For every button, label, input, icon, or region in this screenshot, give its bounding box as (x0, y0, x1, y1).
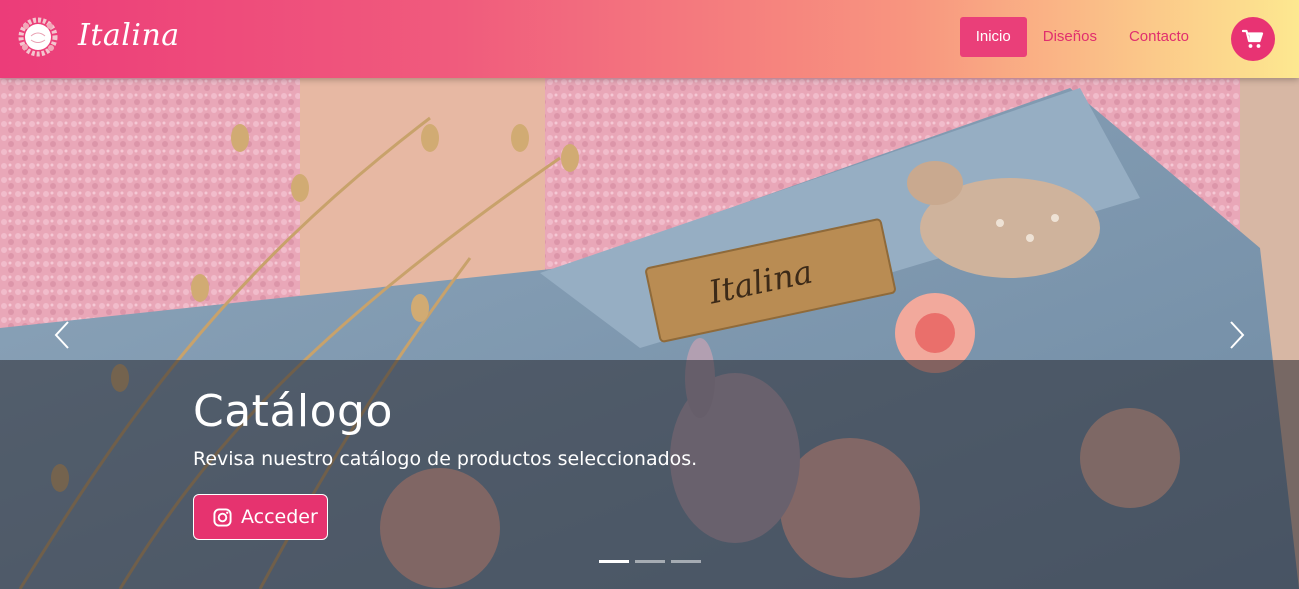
nav-link-inicio[interactable]: Inicio (959, 17, 1027, 57)
hero-text: Revisa nuestro catálogo de productos sel… (193, 448, 698, 470)
nav-link-contacto[interactable]: Contacto (1113, 17, 1205, 57)
brand-name[interactable]: Italina (78, 16, 180, 56)
instagram-icon (213, 507, 232, 527)
carousel-next-button[interactable] (1221, 320, 1251, 350)
carousel-indicator-1[interactable] (599, 560, 629, 563)
hero-title: Catálogo (193, 386, 393, 437)
nav-link-disenos[interactable]: Diseños (1027, 17, 1113, 57)
nav-links: Inicio Diseños Contacto (959, 17, 1205, 57)
brand-logo[interactable] (17, 14, 59, 60)
hero-carousel: Italina Catálogo Revisa nuestro catálogo… (0, 78, 1299, 589)
carousel-indicator-2[interactable] (635, 560, 665, 563)
access-button[interactable]: Acceder (193, 494, 328, 540)
cart-button[interactable] (1231, 17, 1275, 61)
carousel-indicator-3[interactable] (671, 560, 701, 563)
carousel-prev-button[interactable] (48, 320, 78, 350)
chevron-left-icon (54, 321, 69, 349)
wreath-logo-icon (18, 17, 58, 57)
chevron-right-icon (1230, 321, 1245, 349)
carousel-indicators (599, 560, 701, 563)
navbar: Italina Inicio Diseños Contacto (0, 0, 1299, 78)
access-button-label: Acceder (241, 506, 318, 528)
shopping-cart-icon (1242, 29, 1264, 48)
